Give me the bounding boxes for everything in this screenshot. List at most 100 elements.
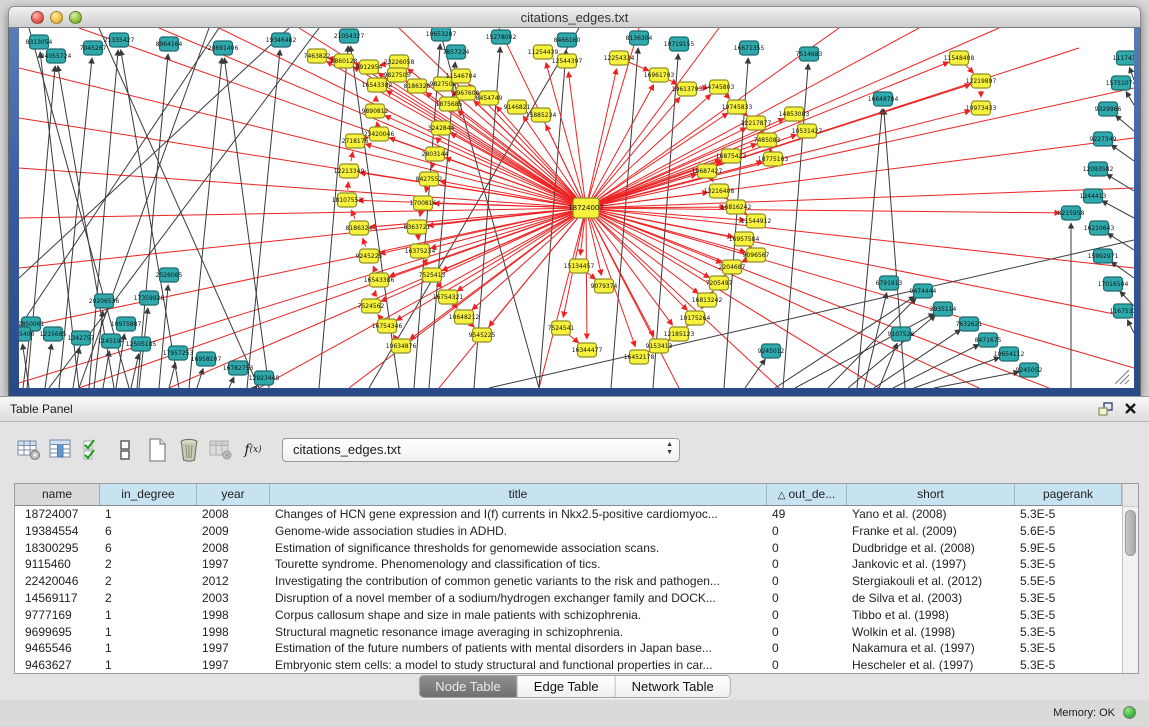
network-node[interactable]: 2526065 — [156, 268, 183, 282]
network-node[interactable]: 2935114 — [930, 302, 957, 316]
table-row[interactable]: 2242004622012Investigating the contribut… — [15, 573, 1122, 590]
table-cell[interactable]: 5.3E-5 — [1015, 506, 1122, 523]
network-node[interactable]: 9245052 — [1016, 363, 1043, 377]
network-node[interactable]: 10175264 — [680, 311, 711, 325]
table-cell[interactable]: 0 — [767, 590, 847, 607]
network-node[interactable]: 1117434 — [1113, 51, 1134, 65]
network-node[interactable]: 7045267 — [80, 41, 107, 55]
table-cell[interactable]: 1 — [100, 506, 197, 523]
network-node[interactable]: 19745833 — [722, 100, 753, 114]
network-node[interactable]: 1215685 — [40, 327, 67, 341]
network-node[interactable]: 15278002 — [486, 30, 517, 44]
network-node[interactable]: 16754321 — [433, 290, 464, 304]
network-node[interactable]: 7524541 — [548, 321, 575, 335]
table-cell[interactable]: Corpus callosum shape and size in male p… — [270, 607, 767, 624]
table-cell[interactable]: 5.3E-5 — [1015, 590, 1122, 607]
network-node[interactable]: 12185123 — [664, 327, 695, 341]
network-node[interactable]: 8215958 — [1058, 206, 1085, 220]
table-row[interactable]: 969969511998Structural magnetic resonanc… — [15, 624, 1122, 641]
network-node[interactable]: 16344477 — [572, 343, 603, 357]
table-cell[interactable]: 22420046 — [15, 573, 100, 590]
network-node[interactable]: 9890812 — [362, 104, 389, 118]
network-node[interactable]: 20691406 — [208, 41, 239, 55]
network-node[interactable]: 20206536 — [89, 294, 120, 308]
network-node[interactable]: 9096567 — [743, 248, 770, 262]
table-cell[interactable]: Franke et al. (2009) — [847, 523, 1015, 540]
network-node[interactable]: 18724007 — [568, 198, 604, 218]
network-node[interactable]: 8313054 — [26, 35, 53, 49]
table-cell[interactable]: 18724007 — [15, 506, 100, 523]
column-header-out_de[interactable]: △out_de... — [767, 484, 847, 505]
network-node[interactable]: 8471675 — [975, 333, 1002, 347]
table-cell[interactable]: Dudbridge et al. (2008) — [847, 540, 1015, 557]
table-row[interactable]: 946362711997Embryonic stem cells: a mode… — [15, 657, 1122, 673]
table-cell[interactable]: 1 — [100, 624, 197, 641]
table-cell[interactable]: 6 — [100, 540, 197, 557]
close-icon[interactable] — [1124, 402, 1137, 420]
network-node[interactable]: 18107553 — [332, 193, 363, 207]
network-node[interactable]: 7632621 — [956, 317, 983, 331]
table-cell[interactable]: 1997 — [197, 657, 270, 673]
network-node[interactable]: 9107526 — [888, 327, 915, 341]
network-node[interactable]: 7525413 — [419, 268, 446, 282]
network-node[interactable]: 8912954 — [356, 60, 383, 74]
table-cell[interactable]: Tourette syndrome. Phenomenology and cla… — [270, 556, 767, 573]
table-cell[interactable]: de Silva et al. (2003) — [847, 590, 1015, 607]
network-node[interactable]: 12923448 — [249, 371, 280, 385]
network-node[interactable]: 8454749 — [476, 91, 503, 105]
column-header-year[interactable]: year — [197, 484, 270, 505]
table-row[interactable]: 911546021997Tourette syndrome. Phenomeno… — [15, 556, 1122, 573]
column-header-name[interactable]: name — [15, 484, 100, 505]
tab-node-table[interactable]: Node Table — [419, 676, 518, 697]
network-node[interactable]: 10719155 — [664, 37, 695, 51]
network-window-titlebar[interactable]: citations_edges.txt — [8, 6, 1141, 28]
network-node[interactable]: 9079374 — [591, 279, 618, 293]
network-node[interactable]: 1342757 — [68, 331, 95, 345]
import-table-icon[interactable] — [206, 436, 236, 464]
network-node[interactable]: 7463822 — [304, 49, 331, 63]
vertical-scrollbar[interactable] — [1122, 484, 1138, 673]
table-cell[interactable]: 19384554 — [15, 523, 100, 540]
network-node[interactable]: 8186324 — [346, 221, 373, 235]
network-node[interactable]: 9227349 — [1090, 132, 1117, 146]
table-cell[interactable]: Tibbo et al. (1998) — [847, 607, 1015, 624]
table-cell[interactable]: Estimation of the future numbers of pati… — [270, 640, 767, 657]
network-node[interactable]: 15134457 — [564, 259, 595, 273]
network-node[interactable]: 10653287 — [426, 28, 457, 41]
scrollbar-thumb[interactable] — [1125, 510, 1136, 556]
table-cell[interactable]: 1998 — [197, 607, 270, 624]
network-node[interactable]: 24055724 — [41, 49, 72, 63]
table-cell[interactable]: 2 — [100, 556, 197, 573]
network-node[interactable]: 8466160 — [554, 33, 581, 47]
table-row[interactable]: 1872400712008Changes of HCN gene express… — [15, 506, 1122, 523]
table-cell[interactable]: Jankovic et al. (1997) — [847, 556, 1015, 573]
network-node[interactable]: 9245012 — [758, 344, 785, 358]
table-cell[interactable]: 5.3E-5 — [1015, 657, 1122, 673]
network-node[interactable]: 21335427 — [104, 33, 135, 47]
network-node[interactable]: 10975887 — [111, 317, 142, 331]
table-cell[interactable]: 1997 — [197, 640, 270, 657]
network-node[interactable]: 1145194 — [98, 334, 125, 348]
function-builder-icon[interactable]: f(x) — [238, 436, 268, 464]
network-node[interactable]: 8186328 — [404, 79, 431, 93]
column-header-title[interactable]: title — [270, 484, 767, 505]
network-canvas[interactable]: 831305424055724 704526721335427 8964164 206… — [19, 28, 1134, 388]
network-node[interactable]: 9153413 — [646, 339, 673, 353]
table-cell[interactable]: 6 — [100, 523, 197, 540]
network-node[interactable]: 13216408 — [704, 184, 735, 198]
table-cell[interactable]: 0 — [767, 523, 847, 540]
network-node[interactable]: 16210643 — [1084, 221, 1115, 235]
network-node[interactable]: 8427552 — [416, 172, 443, 186]
network-node[interactable]: 16671355 — [734, 41, 765, 55]
table-cell[interactable]: Disruption of a novel member of a sodium… — [270, 590, 767, 607]
table-cell[interactable]: 0 — [767, 607, 847, 624]
table-cell[interactable]: 5.3E-5 — [1015, 556, 1122, 573]
network-node[interactable]: 11548408 — [944, 51, 975, 65]
table-row[interactable]: 1830029562008Estimation of significance … — [15, 540, 1122, 557]
new-table-icon[interactable] — [142, 436, 172, 464]
network-node[interactable]: 17016504 — [1098, 277, 1129, 291]
network-node[interactable]: 9827505 — [384, 68, 411, 82]
table-cell[interactable]: 0 — [767, 657, 847, 673]
network-node[interactable]: 12093582 — [1083, 162, 1114, 176]
network-node[interactable]: 8964164 — [156, 37, 183, 51]
